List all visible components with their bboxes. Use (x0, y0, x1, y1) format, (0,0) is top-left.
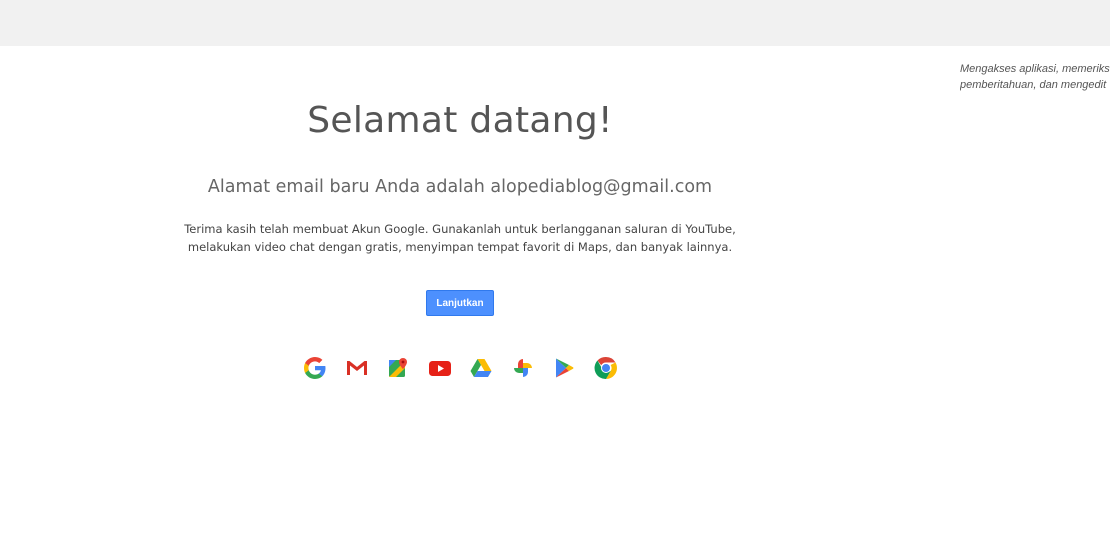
drive-icon (469, 356, 493, 380)
description: Terima kasih telah membuat Akun Google. … (0, 220, 920, 256)
email-subtitle: Alamat email baru Anda adalah alopediabl… (207, 177, 713, 197)
top-bar (0, 0, 1110, 46)
continue-button[interactable]: Lanjutkan (426, 290, 494, 316)
photos-icon (511, 356, 535, 380)
side-note-line2: pemberitahuan, dan mengedit (960, 79, 1107, 91)
youtube-icon (428, 356, 452, 380)
chrome-icon (594, 356, 618, 380)
description-line1: Terima kasih telah membuat Akun Google. … (184, 222, 736, 236)
gmail-icon (345, 356, 369, 380)
side-note: Mengakses aplikasi, memeriksa pemberitah… (960, 61, 1110, 93)
maps-icon (386, 356, 410, 380)
description-line2: melakukan video chat dengan gratis, meny… (187, 240, 733, 254)
page-title: Selamat datang! (307, 100, 613, 141)
google-icon (303, 356, 327, 380)
play-icon (552, 356, 576, 380)
product-icons (303, 356, 635, 384)
side-note-line1: Mengakses aplikasi, memeriksa (960, 63, 1110, 75)
